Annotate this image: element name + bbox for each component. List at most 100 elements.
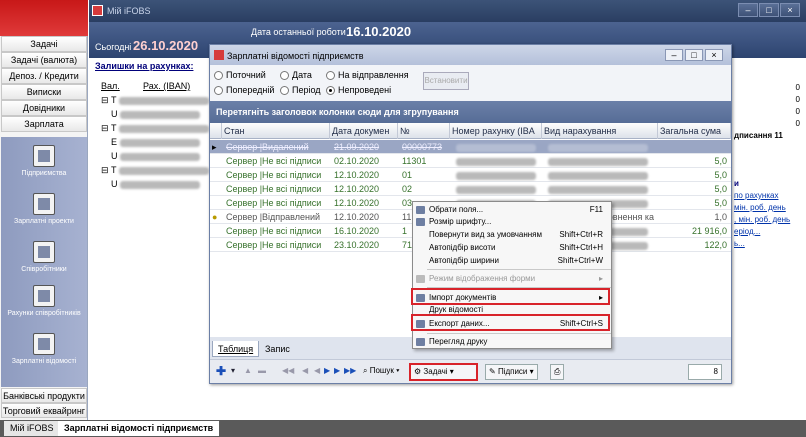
- prev-record-icon[interactable]: ◀: [314, 364, 320, 380]
- row-indicator-header: [210, 123, 222, 139]
- nav-item-deposits-credits[interactable]: Депоз. / Кредити: [1, 68, 87, 84]
- nav-item-directories[interactable]: Довідники: [1, 100, 87, 116]
- dialog-minimize-button[interactable]: –: [665, 49, 683, 61]
- radio-date[interactable]: Дата: [280, 70, 312, 80]
- menu-item-form-mode[interactable]: Режим відображення форми ▸: [413, 273, 611, 285]
- nav-item-statements[interactable]: Виписки: [1, 84, 87, 100]
- delete-icon[interactable]: ▬: [258, 364, 266, 380]
- column-header-accrual-kind[interactable]: Вид нарахування: [542, 123, 658, 139]
- fields-icon: [416, 206, 425, 214]
- logo-mark: [10, 9, 70, 27]
- print-icon[interactable]: ⎙: [550, 364, 565, 380]
- column-header-number[interactable]: №: [398, 123, 450, 139]
- minimize-button[interactable]: –: [738, 3, 758, 17]
- radio-not-sent[interactable]: На відправлення: [326, 70, 409, 80]
- dialog-title: Зарплатні відомості підприємств: [227, 51, 364, 61]
- radio-circle: [214, 70, 223, 80]
- wrench-icon: [416, 218, 425, 226]
- radio-current[interactable]: Поточний: [214, 70, 266, 80]
- close-button[interactable]: ×: [780, 3, 800, 17]
- radio-circle: [326, 70, 335, 80]
- search-button[interactable]: ⌕ Пошук ▾: [360, 364, 402, 380]
- account-line: E: [111, 137, 200, 147]
- menu-item-font-size[interactable]: Розмір шрифту...: [413, 216, 611, 228]
- menu-item-reset-view[interactable]: Повернути вид за умовчанням Shift+Ctrl+R: [413, 229, 611, 241]
- column-header-iban[interactable]: Номер рахунку (IBA: [450, 123, 542, 139]
- col-account: Рах. (IBAN): [143, 81, 191, 91]
- app-titlebar: Мій iFOBS – □ ×: [89, 0, 806, 22]
- last-work-label: Дата останньої роботи: [251, 27, 346, 37]
- menu-item-autofit-height[interactable]: Автопідбір висоти Shift+Ctrl+H: [413, 242, 611, 254]
- account-line: U: [111, 151, 201, 161]
- bottom-toolbar: ✚ ▾ ▲ ▬ ◀◀ ◀ ◀ ▶ ▶ ▶▶ ⌕ Пошук ▾ ⚙ Задачі…: [210, 359, 731, 383]
- app-title: Мій iFOBS: [107, 6, 151, 16]
- column-header-date[interactable]: Дата докумен: [330, 123, 398, 139]
- form-mode-icon: [416, 275, 425, 283]
- column-header-total[interactable]: Загальна сума: [658, 123, 731, 139]
- tab-table[interactable]: Таблиця: [212, 341, 260, 357]
- last-work-date: 16.10.2020: [346, 24, 412, 39]
- employee-accounts-icon: [33, 285, 55, 307]
- nav-item-tasks[interactable]: Задачі: [1, 36, 87, 52]
- add-dropdown-icon[interactable]: ▾: [231, 364, 235, 380]
- account-line: U: [111, 179, 201, 189]
- building-icon: [33, 145, 55, 167]
- menu-item-choose-fields[interactable]: Обрати поля... F11: [413, 204, 611, 216]
- menu-item-autofit-width[interactable]: Автопідбір ширини Shift+Ctrl+W: [413, 255, 611, 267]
- task-my-ifobs[interactable]: Мій iFOBS: [4, 421, 60, 436]
- radio-unprocessed[interactable]: Непроведені: [326, 85, 391, 95]
- column-header-state[interactable]: Стан: [222, 123, 330, 139]
- last-record-icon[interactable]: ▶▶: [344, 364, 356, 380]
- record-count: 8: [688, 364, 722, 380]
- menu-separator: [427, 269, 611, 270]
- radio-period[interactable]: Період: [280, 85, 321, 95]
- account-group[interactable]: ⊟ Т: [101, 165, 210, 176]
- highlight-import: [411, 288, 610, 305]
- salary-project-icon: [33, 193, 55, 215]
- first-record-icon[interactable]: ◀◀: [282, 364, 294, 380]
- nav-item-trade-acquiring[interactable]: Торговий еквайринг: [1, 403, 87, 418]
- employees-icon: [33, 241, 55, 263]
- set-button[interactable]: Встановити: [423, 72, 469, 90]
- dialog-close-button[interactable]: ×: [705, 49, 723, 61]
- task-salary-statements[interactable]: Зарплатні відомості підприємств: [58, 421, 220, 436]
- salary-projects-button[interactable]: Зарплатні проекти: [1, 193, 87, 225]
- balances-link[interactable]: Залишки на рахунках:: [95, 61, 193, 71]
- table-row[interactable]: ▸ Сервер |Видалений 21.09.2020 00000773: [210, 140, 731, 154]
- salary-statements-button[interactable]: Зарплатні відомості: [1, 333, 87, 365]
- table-row[interactable]: Сервер |Не всі підписи 02.10.2020 11301 5,0: [210, 154, 731, 168]
- nav-item-bank-products[interactable]: Банківські продукти: [1, 388, 87, 403]
- tasks-button[interactable]: ⚙ Задачі ▾: [409, 363, 478, 381]
- app-icon: [92, 5, 103, 16]
- radio-circle: [280, 85, 289, 95]
- menu-item-print-preview[interactable]: Перегляд друку: [413, 336, 611, 348]
- employee-accounts-button[interactable]: Рахунки співробітників: [1, 285, 87, 317]
- next-page-icon[interactable]: ▶: [334, 364, 340, 380]
- dialog-maximize-button[interactable]: □: [685, 49, 703, 61]
- signatures-button[interactable]: ✎ Підписи ▾: [485, 364, 538, 380]
- group-by-hint[interactable]: Перетягніть заголовок колонки сюди для з…: [210, 101, 731, 123]
- employees-button[interactable]: Співробітники: [1, 241, 87, 273]
- edit-icon[interactable]: ▲: [244, 364, 252, 380]
- enterprises-button[interactable]: Підприємства: [1, 145, 87, 177]
- nav-item-tasks-currency[interactable]: Задачі (валюта): [1, 52, 87, 68]
- account-group[interactable]: ⊟ Т: [101, 95, 210, 106]
- app-window-buttons: – □ ×: [737, 3, 800, 18]
- grid-header: Стан Дата докумен № Номер рахунку (IBA В…: [210, 123, 731, 139]
- prev-page-icon[interactable]: ◀: [302, 364, 308, 380]
- nav-item-salary[interactable]: Зарплата: [1, 116, 87, 132]
- table-row[interactable]: Сервер |Не всі підписи 12.10.2020 01 5,0: [210, 168, 731, 182]
- add-icon[interactable]: ✚: [216, 364, 226, 380]
- next-record-icon[interactable]: ▶: [324, 364, 330, 380]
- radio-circle: [214, 85, 223, 95]
- tab-record[interactable]: Запис: [260, 341, 295, 357]
- tasks-icon: ⚙: [414, 367, 422, 376]
- signature-icon: ✎: [489, 367, 496, 376]
- taskbar: Мій iFOBS Зарплатні відомості підприємст…: [0, 420, 806, 437]
- salary-icon-panel: Підприємства Зарплатні проекти Співробіт…: [1, 137, 87, 387]
- radio-previous[interactable]: Попередній: [214, 85, 274, 95]
- account-group[interactable]: ⊟ Т: [101, 123, 210, 134]
- table-row[interactable]: Сервер |Не всі підписи 12.10.2020 02 5,0: [210, 182, 731, 196]
- maximize-button[interactable]: □: [759, 3, 779, 17]
- binoculars-icon: ⌕: [363, 366, 368, 375]
